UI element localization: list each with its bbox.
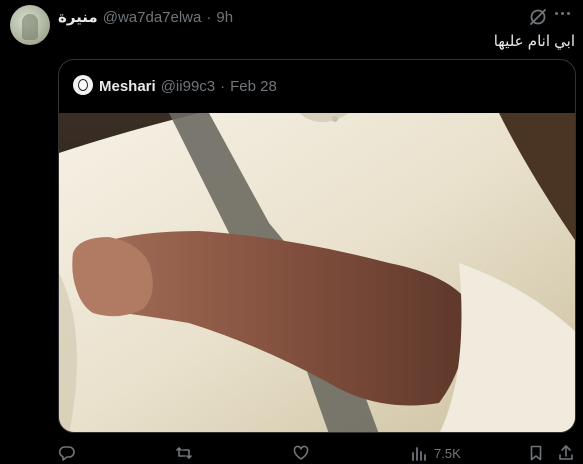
views-button[interactable]: 7.5K <box>410 443 461 463</box>
quoted-author-avatar[interactable] <box>73 75 93 95</box>
tweet-header: منيرة @wa7da7elwa · 9h <box>58 7 233 27</box>
share-button[interactable] <box>557 443 575 463</box>
like-icon <box>293 445 309 460</box>
retweet-button[interactable] <box>175 443 193 463</box>
more-icon[interactable] <box>555 12 575 22</box>
quoted-separator-dot: · <box>220 77 226 95</box>
like-button[interactable] <box>292 443 310 463</box>
reply-button[interactable] <box>58 443 76 463</box>
quoted-tweet[interactable]: Meshari @ii99c3 · Feb 28 <box>58 59 576 433</box>
quoted-tweet-header: Meshari @ii99c3 · Feb 28 <box>99 76 277 96</box>
quoted-author-display-name[interactable]: Meshari <box>99 78 156 95</box>
author-handle[interactable]: @wa7da7elwa <box>103 9 202 26</box>
views-icon <box>412 447 426 461</box>
quoted-author-handle[interactable]: @ii99c3 <box>161 78 215 95</box>
tweet-time[interactable]: 9h <box>216 9 233 26</box>
retweet-icon <box>176 447 192 459</box>
separator-dot: · <box>206 8 212 26</box>
author-avatar[interactable] <box>10 5 50 45</box>
bookmark-icon <box>530 445 542 461</box>
quoted-tweet-photo[interactable] <box>59 113 575 432</box>
action-bar: 7.5K <box>0 440 583 464</box>
views-count: 7.5K <box>434 445 461 461</box>
tweet[interactable]: منيرة @wa7da7elwa · 9h ابي انام عليها Me… <box>0 0 583 464</box>
tweet-text: ابي انام عليها <box>493 33 575 50</box>
grok-icon[interactable] <box>528 7 548 27</box>
share-icon <box>559 445 573 460</box>
bookmark-button[interactable] <box>527 443 545 463</box>
photo-illustration <box>59 113 575 432</box>
author-display-name[interactable]: منيرة <box>58 8 98 26</box>
reply-icon <box>58 446 75 461</box>
quoted-tweet-time[interactable]: Feb 28 <box>230 78 277 95</box>
